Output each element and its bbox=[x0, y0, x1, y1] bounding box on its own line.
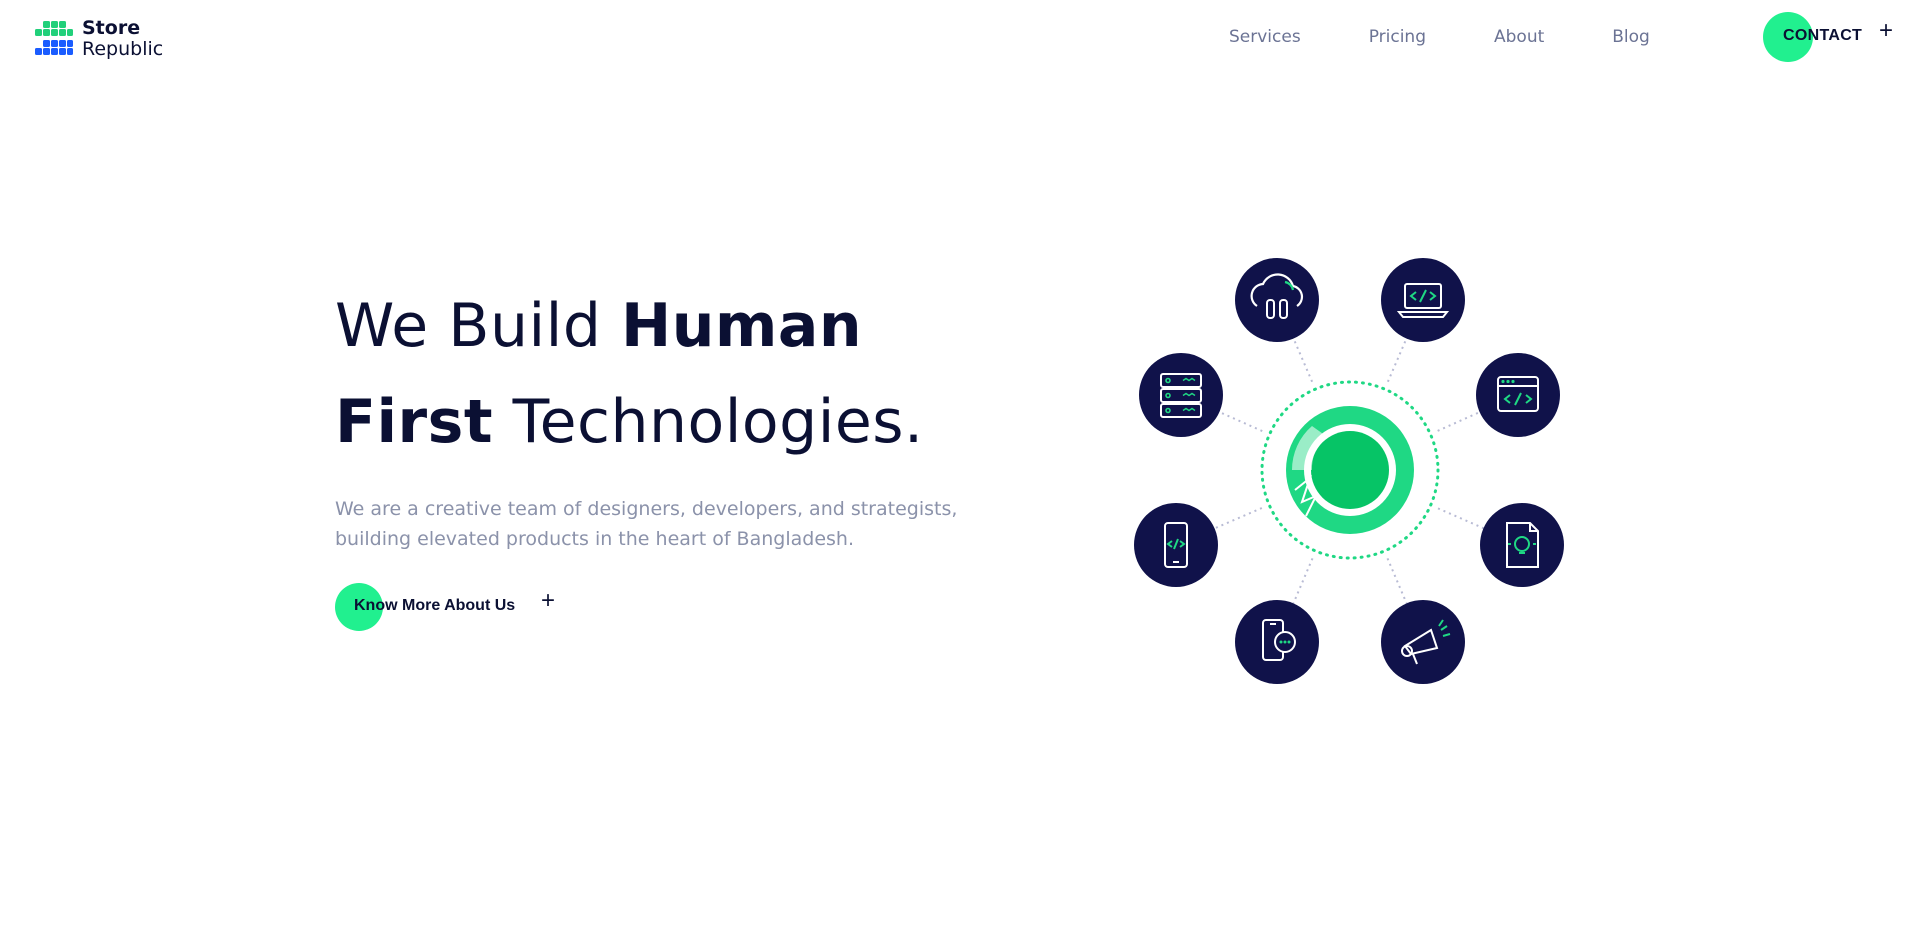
site-header: Store Republic Services Pricing About Bl… bbox=[0, 0, 1920, 74]
plus-icon: + bbox=[541, 587, 556, 614]
hero-title-part2: Technologies. bbox=[493, 387, 924, 457]
hero-description: We are a creative team of designers, dev… bbox=[335, 498, 958, 550]
laptop-code-icon bbox=[1381, 258, 1465, 342]
server-icon bbox=[1139, 353, 1223, 437]
center-emblem bbox=[1255, 375, 1445, 565]
brand-logo[interactable]: Store Republic bbox=[34, 18, 163, 60]
hero-title-part1: We Build bbox=[335, 291, 621, 361]
megaphone-icon bbox=[1381, 600, 1465, 684]
brand-name-line1: Store bbox=[82, 17, 141, 39]
know-more-button-label: Know More About Us bbox=[354, 597, 516, 614]
mobile-code-icon bbox=[1134, 503, 1218, 587]
browser-code-icon bbox=[1476, 353, 1560, 437]
nav-item-blog[interactable]: Blog bbox=[1612, 26, 1650, 48]
main-nav: Services Pricing About Blog bbox=[1229, 26, 1650, 48]
nav-item-pricing[interactable]: Pricing bbox=[1369, 26, 1426, 48]
hero-title-bold1: Human bbox=[620, 291, 863, 361]
brand-name: Store Republic bbox=[82, 18, 163, 60]
know-more-button[interactable]: Know More About Us + bbox=[335, 583, 575, 631]
nav-item-services[interactable]: Services bbox=[1229, 26, 1301, 48]
hero-title-bold2: First bbox=[335, 387, 494, 457]
phone-chat-icon bbox=[1235, 600, 1319, 684]
hero-title: We Build Human First Technologies. bbox=[335, 278, 924, 470]
lightbulb-document-icon bbox=[1480, 503, 1564, 587]
contact-button-label: CONTACT bbox=[1783, 27, 1863, 44]
brand-name-line2: Republic bbox=[82, 38, 164, 60]
plus-icon: + bbox=[1879, 17, 1894, 44]
store-republic-logo-icon bbox=[35, 21, 73, 55]
contact-button[interactable]: CONTACT + bbox=[1763, 12, 1903, 62]
services-orbit-illustration bbox=[1134, 258, 1564, 684]
cloud-icon bbox=[1235, 258, 1319, 342]
nav-item-about[interactable]: About bbox=[1494, 26, 1544, 48]
